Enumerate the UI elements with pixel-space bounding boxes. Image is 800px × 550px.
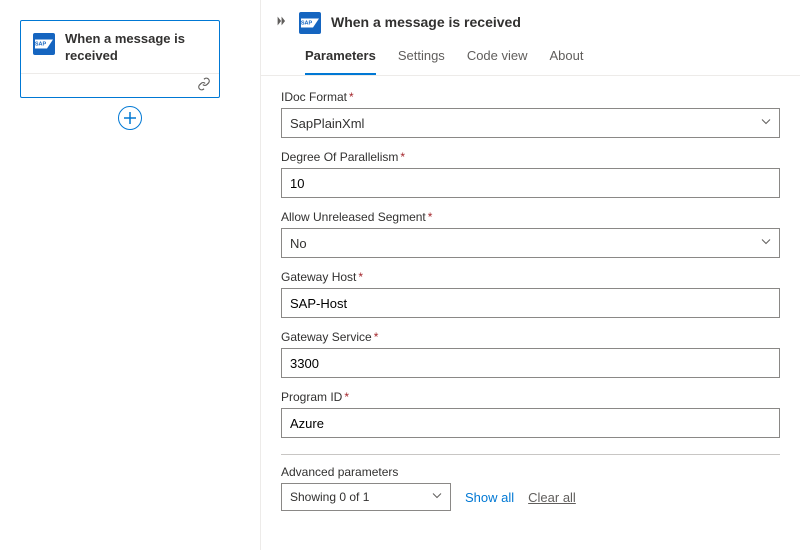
tab-settings[interactable]: Settings [398,48,445,75]
field-idoc-format: IDoc Format* SapPlainXml [281,90,780,138]
trigger-footer [21,73,219,97]
add-step-button[interactable] [118,106,142,130]
svg-text:SAP: SAP [35,42,46,48]
field-gateway-host: Gateway Host* [281,270,780,318]
required-indicator: * [349,90,354,104]
field-label: Gateway Service* [281,330,780,344]
required-indicator: * [400,150,405,164]
parameters-form: IDoc Format* SapPlainXml Degree Of Paral… [261,76,800,531]
required-indicator: * [358,270,363,284]
panel-title: When a message is received [331,14,521,30]
add-step-container [20,106,240,130]
trigger-card[interactable]: SAP When a message is received [20,20,220,98]
gateway-host-input[interactable] [281,288,780,318]
collapse-button[interactable] [275,14,289,31]
allow-unreleased-segment-select[interactable]: No [281,228,780,258]
designer-canvas: SAP When a message is received [0,0,260,550]
field-label: Degree Of Parallelism* [281,150,780,164]
panel-header: SAP When a message is received [261,0,800,34]
field-label: Allow Unreleased Segment* [281,210,780,224]
show-all-link[interactable]: Show all [465,490,514,505]
tab-parameters[interactable]: Parameters [305,48,376,75]
field-gateway-service: Gateway Service* [281,330,780,378]
field-label: Gateway Host* [281,270,780,284]
properties-panel: SAP When a message is received Parameter… [260,0,800,550]
field-degree-of-parallelism: Degree Of Parallelism* [281,150,780,198]
svg-text:SAP: SAP [301,21,312,27]
required-indicator: * [428,210,433,224]
advanced-parameters-section: Advanced parameters Showing 0 of 1 Show … [281,454,780,511]
tab-code-view[interactable]: Code view [467,48,528,75]
trigger-header: SAP When a message is received [21,21,219,73]
idoc-format-select[interactable]: SapPlainXml [281,108,780,138]
field-label: IDoc Format* [281,90,780,104]
sap-icon: SAP [33,33,55,55]
advanced-parameters-select[interactable]: Showing 0 of 1 [281,483,451,511]
trigger-title: When a message is received [65,31,207,65]
field-label: Program ID* [281,390,780,404]
degree-of-parallelism-input[interactable] [281,168,780,198]
program-id-input[interactable] [281,408,780,438]
gateway-service-input[interactable] [281,348,780,378]
tabs: Parameters Settings Code view About [261,34,800,76]
clear-all-link[interactable]: Clear all [528,490,576,505]
required-indicator: * [344,390,349,404]
field-allow-unreleased-segment: Allow Unreleased Segment* No [281,210,780,258]
connection-icon [197,77,211,94]
advanced-parameters-heading: Advanced parameters [281,465,780,479]
tab-about[interactable]: About [550,48,584,75]
sap-icon: SAP [299,12,321,34]
required-indicator: * [374,330,379,344]
field-program-id: Program ID* [281,390,780,438]
